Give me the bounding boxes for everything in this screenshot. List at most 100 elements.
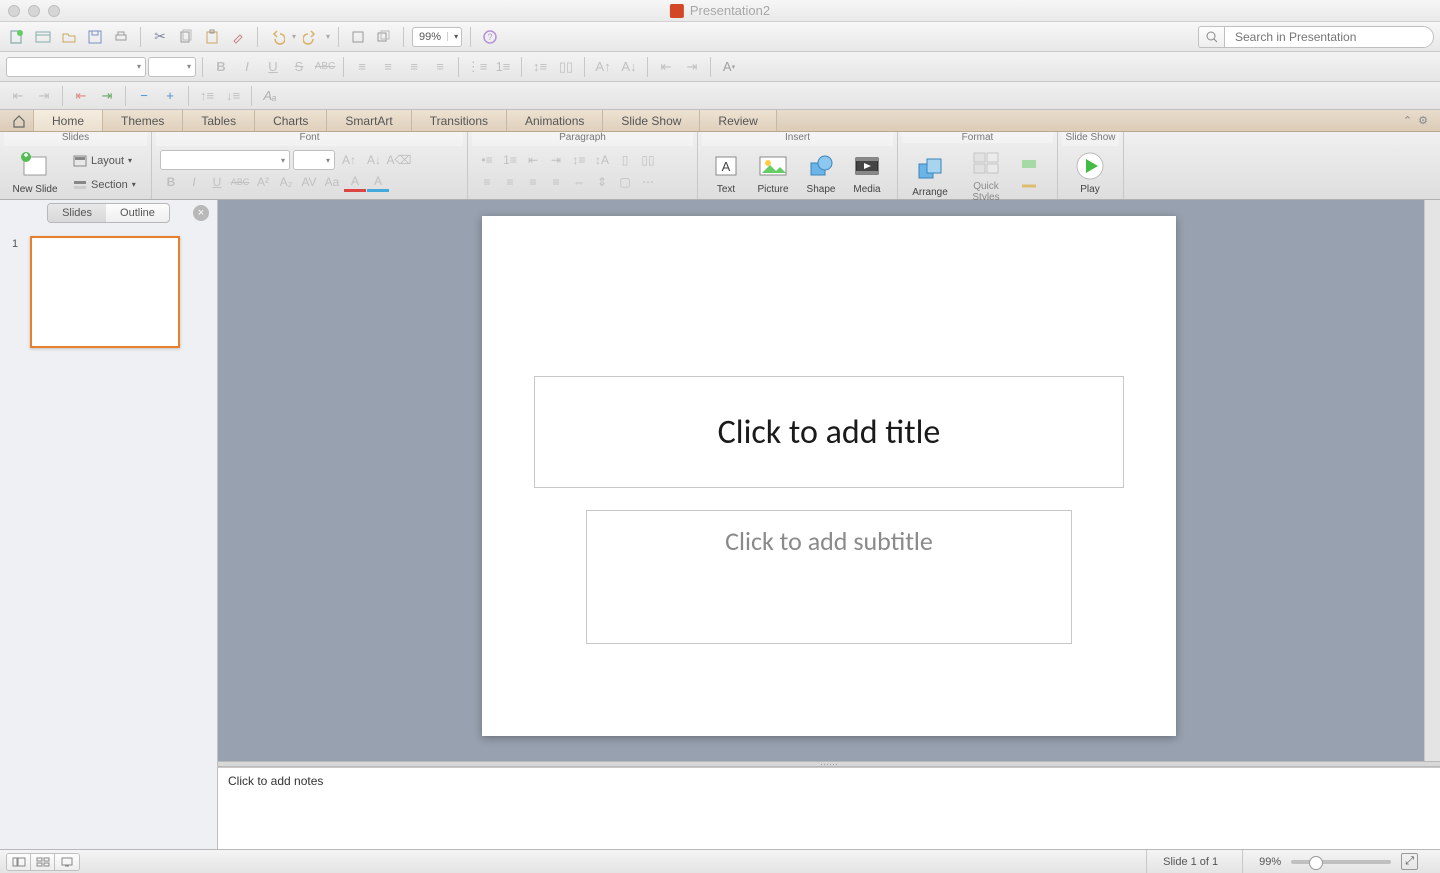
new-slide-icon[interactable] [347, 26, 369, 48]
align-left-icon[interactable]: ≡ [476, 172, 498, 192]
bullets-icon[interactable]: •≡ [476, 150, 498, 170]
font-color-button[interactable]: A▾ [717, 56, 741, 78]
tab-home[interactable]: Home [34, 110, 103, 131]
subscript-icon[interactable]: A₂ [275, 172, 297, 192]
insert-media-button[interactable]: Media [846, 148, 888, 197]
format-painter-icon[interactable] [227, 26, 249, 48]
collapse-icon[interactable]: − [132, 85, 156, 107]
zoom-slider[interactable] [1291, 860, 1391, 864]
decrease-indent-icon[interactable]: ⇤ [654, 56, 678, 78]
collapse-ribbon-icon[interactable]: ⌃ [1403, 114, 1412, 127]
font-size-combo[interactable]: ▾ [148, 57, 196, 77]
slide-canvas-area[interactable]: Click to add title Click to add subtitle [218, 200, 1440, 849]
indent-icon[interactable]: ⇥ [32, 85, 56, 107]
tab-smartart[interactable]: SmartArt [327, 110, 411, 131]
quick-styles-button[interactable]: Quick Styles [958, 145, 1014, 205]
close-panel-icon[interactable]: × [193, 205, 209, 221]
tab-home-icon[interactable] [4, 110, 34, 131]
superscript-icon[interactable]: A² [252, 172, 274, 192]
outdent-icon[interactable]: ⇤ [6, 85, 30, 107]
tab-slideshow[interactable]: Slide Show [603, 110, 700, 131]
bullets-icon[interactable]: ⋮≡ [465, 56, 489, 78]
change-case-icon[interactable]: Aa [321, 172, 343, 192]
move-up-icon[interactable]: ↑≡ [195, 85, 219, 107]
slide[interactable]: Click to add title Click to add subtitle [482, 216, 1176, 736]
search-icon[interactable] [1198, 26, 1224, 48]
help-icon[interactable]: ? [479, 26, 501, 48]
slideshow-view-icon[interactable] [55, 854, 79, 870]
text-direction-icon[interactable]: ↕A [591, 150, 613, 170]
grow-font-icon[interactable]: A↑ [591, 56, 615, 78]
search-input[interactable] [1224, 26, 1434, 48]
insert-shape-button[interactable]: Shape [800, 148, 842, 197]
redo-icon[interactable] [300, 26, 322, 48]
italic-button[interactable]: I [235, 56, 259, 78]
print-icon[interactable] [110, 26, 132, 48]
minimize-window-button[interactable] [28, 5, 40, 17]
shrink-font-icon[interactable]: A↓ [363, 150, 385, 170]
increase-indent-icon[interactable]: ⇥ [680, 56, 704, 78]
title-placeholder[interactable]: Click to add title [534, 376, 1124, 488]
align-left-icon[interactable]: ≡ [350, 56, 374, 78]
align-justify-icon[interactable]: ≡ [545, 172, 567, 192]
show-formatting-icon[interactable]: Aₐ [258, 85, 282, 107]
line-spacing-icon[interactable]: ↕≡ [568, 150, 590, 170]
arrange-button[interactable]: Arrange [906, 151, 954, 200]
paste-icon[interactable] [201, 26, 223, 48]
chevron-down-icon[interactable]: ▾ [447, 32, 461, 41]
duplicate-slide-icon[interactable] [373, 26, 395, 48]
line-spacing-icon[interactable]: ↕≡ [528, 56, 552, 78]
tab-animations[interactable]: Animations [507, 110, 603, 131]
new-file-icon[interactable] [6, 26, 28, 48]
move-down-icon[interactable]: ↓≡ [221, 85, 245, 107]
grow-font-icon[interactable]: A↑ [338, 150, 360, 170]
zoom-combo[interactable]: 99%▾ [412, 27, 462, 47]
small-caps-button[interactable]: ABC [313, 56, 337, 78]
save-icon[interactable] [84, 26, 106, 48]
font-color-icon[interactable]: A [344, 172, 366, 192]
shape-outline-icon[interactable] [1018, 176, 1040, 196]
copy-icon[interactable] [175, 26, 197, 48]
columns-icon[interactable]: ▯▯ [637, 150, 659, 170]
close-window-button[interactable] [8, 5, 20, 17]
demote-icon[interactable]: ⇥ [95, 85, 119, 107]
thumbnail-preview[interactable] [30, 236, 180, 348]
cut-icon[interactable]: ✂ [149, 26, 171, 48]
clear-format-icon[interactable]: A⌫ [388, 150, 410, 170]
tab-charts[interactable]: Charts [255, 110, 327, 131]
slide-sorter-view-icon[interactable] [31, 854, 55, 870]
notes-pane[interactable]: Click to add notes [218, 767, 1440, 849]
align-right-icon[interactable]: ≡ [522, 172, 544, 192]
promote-icon[interactable]: ⇤ [69, 85, 93, 107]
tab-transitions[interactable]: Transitions [412, 110, 507, 131]
vertical-scrollbar[interactable] [1424, 200, 1440, 849]
ribbon-font-combo[interactable]: ▾ [160, 150, 290, 170]
char-spacing-icon[interactable]: AV [298, 172, 320, 192]
tab-themes[interactable]: Themes [103, 110, 183, 131]
increase-indent-icon[interactable]: ⇥ [545, 150, 567, 170]
paragraph-dialog-icon[interactable]: ⋯ [637, 172, 659, 192]
distribute-v-icon[interactable]: ⇕ [591, 172, 613, 192]
new-slide-button[interactable]: New Slide [8, 148, 62, 197]
numbering-icon[interactable]: 1≡ [491, 56, 515, 78]
subtitle-placeholder[interactable]: Click to add subtitle [586, 510, 1072, 644]
undo-icon[interactable] [266, 26, 288, 48]
slide-thumbnail-1[interactable]: 1 [12, 236, 205, 348]
normal-view-icon[interactable] [7, 854, 31, 870]
highlight-icon[interactable]: A [367, 172, 389, 192]
align-center-icon[interactable]: ≡ [499, 172, 521, 192]
align-text-icon[interactable]: ▯ [614, 150, 636, 170]
distribute-h-icon[interactable]: ⇔ [568, 172, 590, 192]
tab-tables[interactable]: Tables [183, 110, 255, 131]
bold-button[interactable]: B [209, 56, 233, 78]
play-button[interactable]: Play [1066, 148, 1114, 197]
ribbon-italic-button[interactable]: I [183, 172, 205, 192]
columns-icon[interactable]: ▯▯ [554, 56, 578, 78]
ribbon-settings-icon[interactable]: ⚙ [1418, 114, 1428, 127]
align-right-icon[interactable]: ≡ [402, 56, 426, 78]
slides-tab[interactable]: Slides [48, 204, 106, 222]
thumbnail-list[interactable]: 1 [0, 226, 217, 849]
numbering-icon[interactable]: 1≡ [499, 150, 521, 170]
convert-smartart-icon[interactable]: ▢ [614, 172, 636, 192]
outline-tab[interactable]: Outline [106, 204, 169, 222]
